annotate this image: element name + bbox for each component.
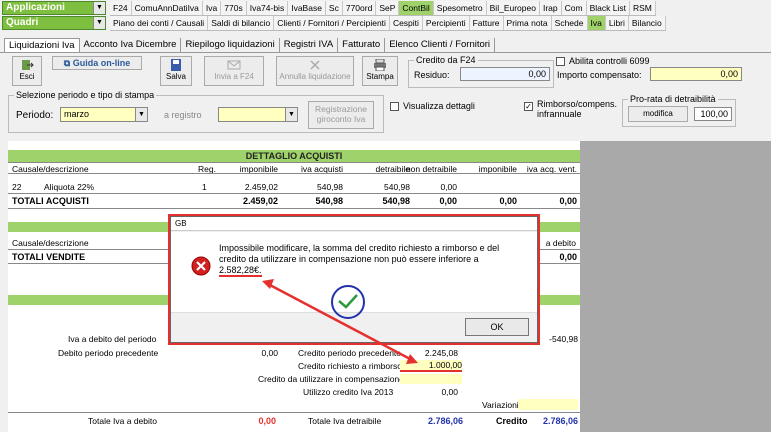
check-circle-icon xyxy=(331,285,365,319)
check-icon xyxy=(338,294,358,309)
annotation-overlay xyxy=(262,279,418,364)
arrow-line xyxy=(267,282,413,362)
